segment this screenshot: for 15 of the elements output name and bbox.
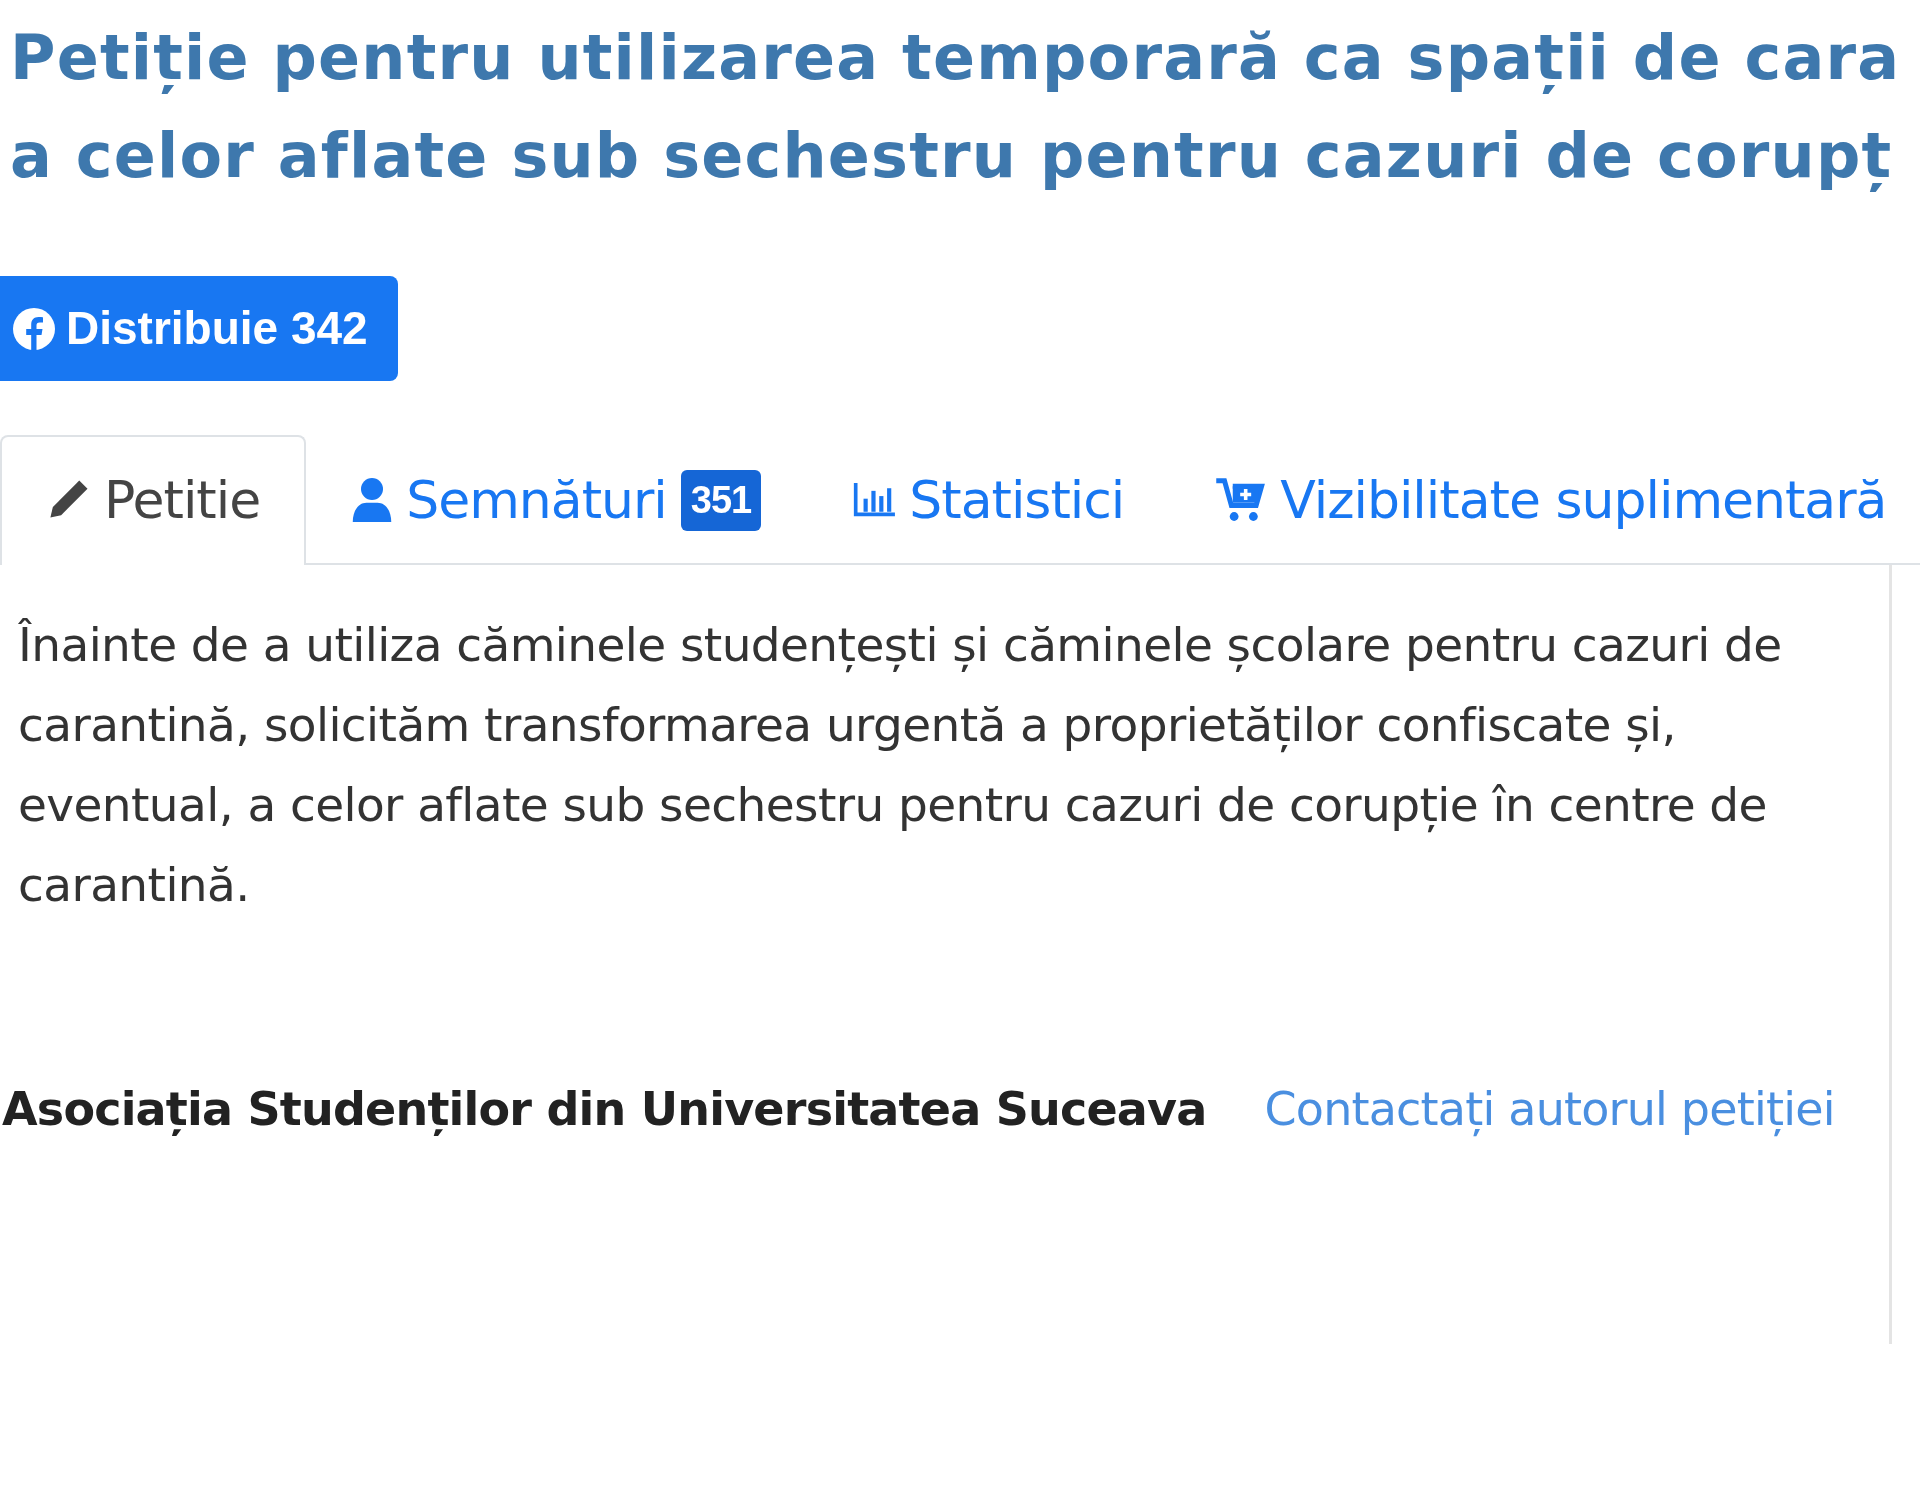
title-line: Petiție pentru utilizarea temporară ca spații de cara [10,20,1902,96]
tab[interactable]: Semnături 351 [306,435,808,565]
bar-chart-icon [853,483,896,517]
title-line: a celor aflate sub sechestru pentru cazuri de corupț [10,118,1894,194]
contact-link[interactable]: Contactați autorul petiției [1264,1075,1835,1144]
tab[interactable]: Statistici [807,435,1171,565]
petition-text: Înainte de a utiliza căminele studențești și căminele școlare pentru cazuri de carantină, solicităm transformarea urgentă a proprietăților confiscate și, eventual, a celor aflate sub sechestru pentru cazuri de corupție în centre de carantină. [18,616,1783,914]
cart-plus-icon [1216,478,1267,522]
person-icon [352,478,393,522]
tab[interactable]: Petitie [0,435,307,565]
count-badge: 351 [680,469,762,531]
facebook-icon [12,306,56,351]
share-button[interactable]: Distribuie 342 [0,276,398,381]
tab[interactable]: Vizibilitate suplimentară [1170,435,1920,565]
author-name: Asociația Studenților din Universitatea Suceava [2,1081,1207,1138]
